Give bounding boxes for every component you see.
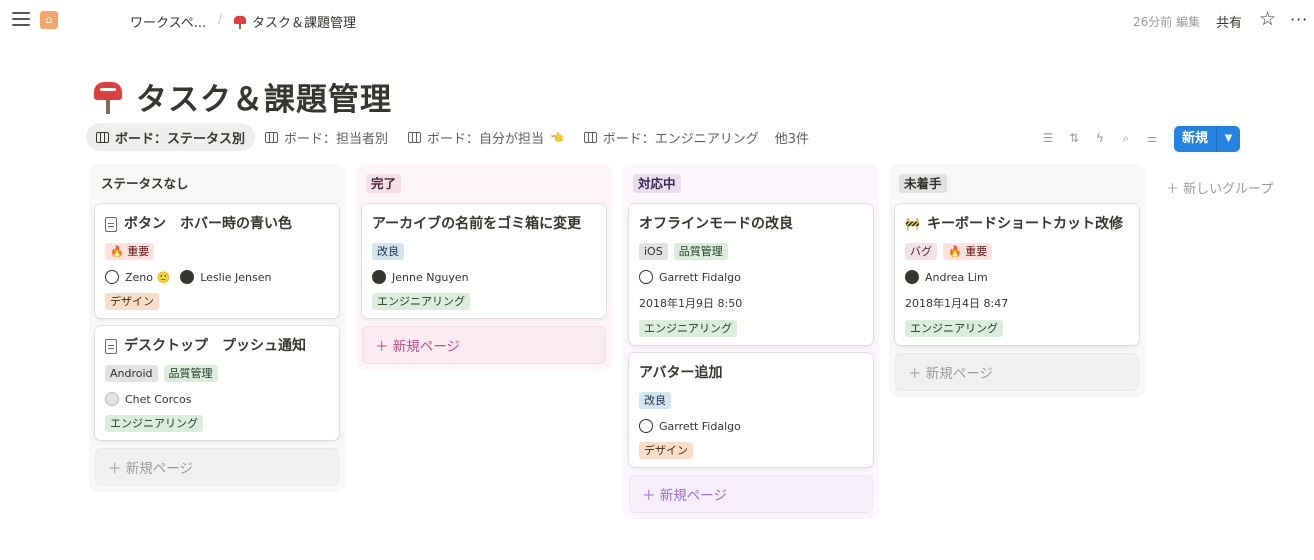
menu-icon[interactable] <box>12 12 30 28</box>
view-tabs: ボード：ステータス別 ボード：担当者別 ボード：自分が担当 👈 ボード：エンジニ… <box>86 123 815 151</box>
new-button-group: 新規 ▼ <box>1174 126 1241 152</box>
column-label: 未着手 <box>899 173 947 193</box>
column-label: 対応中 <box>633 173 681 193</box>
board-card[interactable]: 🚧 キーボードショートカット改修 バグ 🔥 重要 Andrea Lim 2018年… <box>895 204 1139 345</box>
construction-icon: 🚧 <box>905 217 920 231</box>
new-page-button[interactable]: ＋ 新規ページ <box>895 353 1139 391</box>
tab-label: ボード：エンジニアリング <box>602 131 759 147</box>
person-name: Garrett Fidalgo <box>659 270 741 284</box>
category-tag: デザイン <box>105 293 159 310</box>
sort-icon[interactable]: ⇅ <box>1066 130 1082 146</box>
card-title: オフラインモードの改良 <box>639 216 793 232</box>
card-title: アバター追加 <box>639 365 723 381</box>
page-icon <box>105 338 117 354</box>
card-title: デスクトップ プッシュ通知 <box>124 338 306 354</box>
mailbox-icon <box>94 80 122 114</box>
tab-label: ボード：自分が担当 <box>427 131 545 147</box>
card-title: アーカイブの名前をゴミ箱に変更 <box>372 216 582 232</box>
board-column-not-started: 未着手 🚧 キーボードショートカット改修 バグ 🔥 重要 Andrea Lim 2… <box>889 164 1145 397</box>
board-card[interactable]: オフラインモードの改良 iOS 品質管理 Garrett Fidalgo 201… <box>629 204 873 345</box>
avatar <box>639 419 653 433</box>
board-card[interactable]: アーカイブの名前をゴミ箱に変更 改良 Jenne Nguyen エンジニアリング <box>362 204 606 318</box>
qa-tag: 品質管理 <box>673 243 728 260</box>
board-column-done: 完了 アーカイブの名前をゴミ箱に変更 改良 Jenne Nguyen エンジニア… <box>356 164 612 370</box>
avatar <box>180 270 195 284</box>
chevron-down-icon[interactable]: ▼ <box>1216 126 1241 152</box>
person-name: Chet Corcos <box>125 392 192 406</box>
card-date: 2018年1月9日 8:50 <box>639 297 743 310</box>
page-icon <box>105 216 117 232</box>
new-page-button[interactable]: ＋ 新規ページ <box>362 326 606 364</box>
board-card[interactable]: アバター追加 改良 Garrett Fidalgo デザイン <box>629 353 873 467</box>
page-title[interactable]: タスク＆課題管理 <box>136 74 392 119</box>
search-icon[interactable]: ⌕ <box>1118 130 1134 146</box>
person-name: Jenne Nguyen <box>392 270 469 284</box>
person-name: Zeno 🙂 <box>125 270 171 284</box>
tab-board-by-assignee[interactable]: ボード：担当者別 <box>255 123 398 151</box>
pointing-hand-icon: 👈 <box>550 130 564 144</box>
new-button[interactable]: 新規 <box>1174 126 1217 152</box>
filter-icon[interactable]: ☰ <box>1040 130 1056 146</box>
category-tag: エンジニアリング <box>105 415 203 432</box>
board-column-no-status: ステータスなし ボタン ホバー時の青い色 🔥 重要 Zeno 🙂 Leslie … <box>89 164 345 492</box>
star-icon[interactable]: ☆ <box>1259 8 1276 30</box>
person-name: Andrea Lim <box>925 270 988 284</box>
new-page-button[interactable]: ＋ 新規ページ <box>629 475 873 513</box>
avatar <box>905 270 919 284</box>
board-column-in-progress: 対応中 オフラインモードの改良 iOS 品質管理 Garrett Fidalgo… <box>623 164 879 519</box>
person-name: Garrett Fidalgo <box>659 419 741 433</box>
avatar <box>639 270 653 284</box>
priority-tag: 🔥 重要 <box>943 243 993 260</box>
breadcrumb-page[interactable]: タスク＆課題管理 <box>234 12 356 31</box>
category-tag: エンジニアリング <box>905 320 1003 337</box>
person-name: Leslie Jensen <box>200 270 272 284</box>
more-icon[interactable]: ··· <box>1290 10 1308 29</box>
new-page-button[interactable]: ＋ 新規ページ <box>95 448 339 486</box>
board-card[interactable]: デスクトップ プッシュ通知 Android 品質管理 Chet Corcos エ… <box>95 326 339 440</box>
improvement-tag: 改良 <box>639 392 671 409</box>
share-button[interactable]: 共有 <box>1216 12 1242 31</box>
avatar <box>105 270 119 284</box>
board-icon <box>408 131 422 143</box>
priority-tag: 🔥 重要 <box>105 243 155 260</box>
board-icon <box>96 131 109 143</box>
bug-tag: バグ <box>905 243 937 260</box>
view-tools: ☰ ⇅ ϟ ⌕ ⚌ <box>1040 125 1160 151</box>
platform-tag: iOS <box>639 243 668 260</box>
platform-tag: Android <box>105 365 158 382</box>
board-card[interactable]: ボタン ホバー時の青い色 🔥 重要 Zeno 🙂 Leslie Jensen デ… <box>95 204 339 318</box>
add-group-button[interactable]: ＋ 新しいグループ <box>1166 178 1273 197</box>
home-icon[interactable]: ⌂ <box>40 11 58 29</box>
category-tag: エンジニアリング <box>639 320 737 337</box>
tab-label: ボード：ステータス別 <box>115 131 246 147</box>
card-title: キーボードショートカット改修 <box>926 216 1123 232</box>
settings-icon[interactable]: ⚌ <box>1144 130 1160 146</box>
tab-board-engineering[interactable]: ボード：エンジニアリング <box>574 123 769 151</box>
edited-timestamp: 26分前 編集 <box>1133 15 1201 29</box>
tab-board-my-tasks[interactable]: ボード：自分が担当 👈 <box>398 123 574 151</box>
category-tag: デザイン <box>639 442 693 459</box>
tab-label: ボード：担当者別 <box>284 131 389 147</box>
board-icon <box>583 131 597 143</box>
page-header: タスク＆課題管理 <box>94 74 392 119</box>
tab-board-by-status[interactable]: ボード：ステータス別 <box>86 123 256 151</box>
qa-tag: 品質管理 <box>163 365 218 382</box>
column-label: ステータスなし <box>101 175 189 191</box>
more-views-button[interactable]: 他3件 <box>769 128 815 147</box>
avatar <box>105 392 119 406</box>
mailbox-icon <box>234 15 246 29</box>
avatar <box>372 270 386 284</box>
breadcrumb-separator: / <box>218 12 223 27</box>
card-date: 2018年1月4日 8:47 <box>905 297 1009 310</box>
automation-icon[interactable]: ϟ <box>1092 130 1108 146</box>
top-bar: ⌂ ワークスペ... / タスク＆課題管理 26分前 編集 共有 ☆ ··· <box>0 0 1314 40</box>
breadcrumb-workspace[interactable]: ワークスペ... <box>130 12 206 31</box>
category-tag: エンジニアリング <box>372 293 470 310</box>
improvement-tag: 改良 <box>372 243 404 260</box>
board-icon <box>265 131 279 143</box>
breadcrumb-page-label: タスク＆課題管理 <box>252 16 357 31</box>
column-label: 完了 <box>366 173 402 193</box>
card-title: ボタン ホバー時の青い色 <box>124 216 292 232</box>
